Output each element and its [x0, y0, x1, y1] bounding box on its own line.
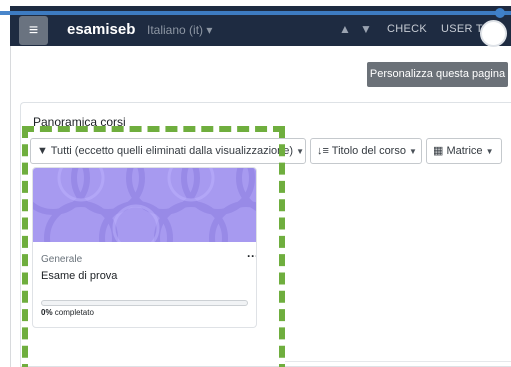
bell-icon[interactable]: ▲	[339, 22, 351, 36]
user-menu-label[interactable]: USER T	[441, 23, 483, 35]
hamburger-icon: ≡	[28, 22, 39, 39]
avatar[interactable]	[480, 20, 507, 47]
customize-page-button[interactable]: Personalizza questa pagina	[367, 62, 508, 87]
chevron-down-icon: ▼	[296, 147, 305, 156]
menu-toggle-button[interactable]: ≡	[19, 16, 48, 45]
block-bottom-line	[285, 361, 511, 362]
sort-dropdown[interactable]: ↓≡ Titolo del corso ▼	[310, 138, 422, 164]
sort-icon: ↓≡	[317, 145, 329, 157]
view-dropdown-label: Matrice	[446, 145, 483, 157]
chevron-down-icon: ▼	[409, 147, 417, 156]
site-brand[interactable]: esamiseb	[67, 21, 135, 38]
chevron-down-icon: ▼	[485, 147, 494, 156]
content-divider	[10, 46, 11, 367]
overlay-dot	[495, 8, 505, 18]
grid-icon: ▦	[433, 145, 444, 157]
overlay-line	[0, 11, 511, 15]
language-menu[interactable]: Italiano (it) ▾	[147, 23, 212, 37]
highlight-dashed-box	[22, 126, 285, 367]
chat-icon[interactable]: ▼	[360, 22, 372, 36]
check-label: CHECK	[387, 23, 428, 35]
sort-dropdown-label: Titolo del corso	[331, 145, 406, 157]
view-dropdown[interactable]: ▦ Matrice ▼	[426, 138, 502, 164]
